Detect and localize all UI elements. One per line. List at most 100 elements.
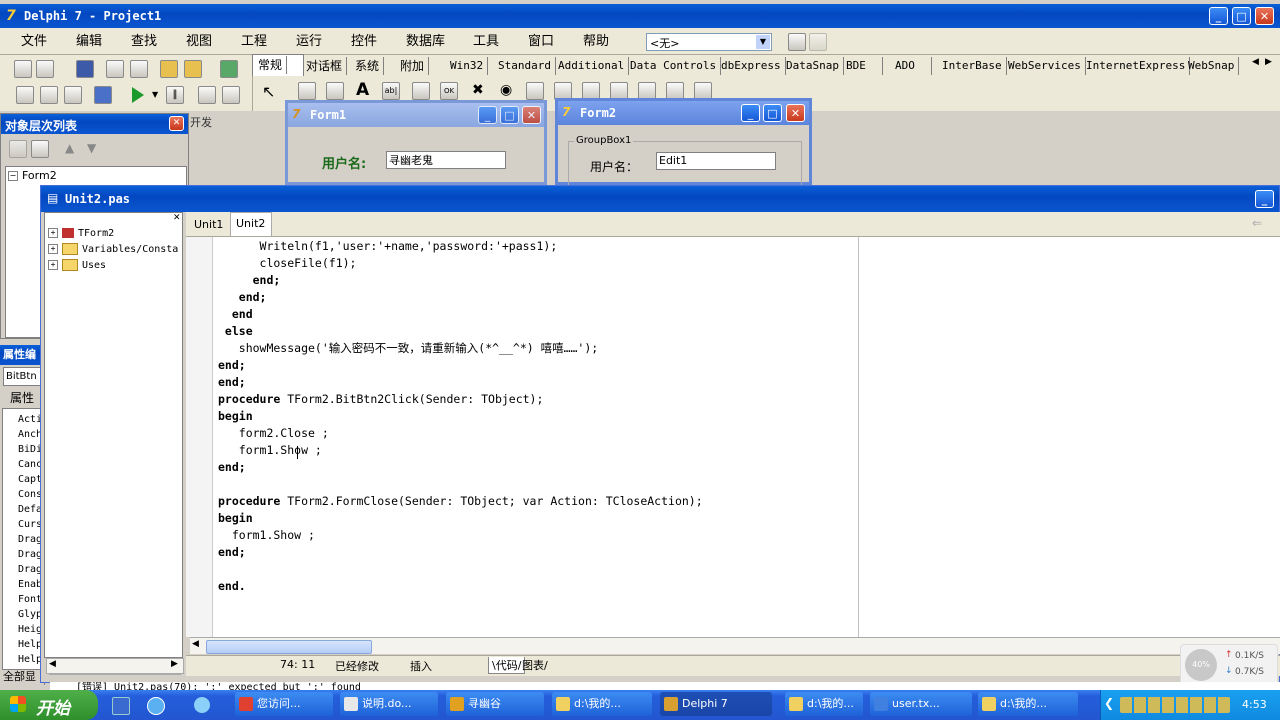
property-item[interactable]: Help: [18, 652, 42, 667]
palette-tab-datasnap[interactable]: DataSnap: [782, 57, 844, 75]
property-item[interactable]: Canc: [18, 457, 42, 472]
tray-expand-icon[interactable]: ❮: [1104, 696, 1114, 710]
form1-username-edit[interactable]: 寻幽老鬼: [386, 151, 506, 169]
code-line[interactable]: else: [218, 323, 253, 340]
code-line[interactable]: closeFile(f1);: [218, 255, 357, 272]
maximize-button[interactable]: □: [1232, 7, 1251, 25]
scroll-left-icon[interactable]: ◀: [49, 659, 56, 669]
code-line[interactable]: end: [218, 306, 253, 323]
pause-icon[interactable]: ‖: [166, 86, 184, 104]
clock[interactable]: 4:53: [1242, 698, 1267, 711]
code-line[interactable]: Writeln(f1,'user:'+name,'password:'+pass…: [218, 238, 558, 255]
tree-new-icon[interactable]: [9, 140, 27, 158]
code-line[interactable]: showMessage('输入密码不一致，请重新输入(*^__^*) 嘻嘻……'…: [218, 340, 598, 357]
scroll-right-icon[interactable]: ▶: [171, 659, 178, 669]
view-unit-icon[interactable]: [16, 86, 34, 104]
palette-tab-dialogs[interactable]: 对话框: [302, 57, 348, 75]
property-tab[interactable]: 属性: [10, 389, 34, 406]
button-component-icon[interactable]: OK: [440, 82, 458, 100]
property-item[interactable]: Drag: [18, 532, 42, 547]
quicklaunch-icon-3[interactable]: [194, 697, 210, 713]
taskbar-button[interactable]: d:\我的...: [785, 692, 863, 716]
tree-down-icon[interactable]: ▼: [87, 141, 96, 155]
palette-tab-additional-cn[interactable]: 附加: [396, 57, 430, 75]
code-line[interactable]: end;: [218, 357, 246, 374]
component-icon-2[interactable]: [809, 33, 827, 51]
label-component-icon[interactable]: A: [356, 80, 369, 100]
taskbar-button[interactable]: d:\我的...: [552, 692, 652, 716]
palette-tab-webservices[interactable]: WebServices: [1004, 57, 1086, 75]
editor-back-icon[interactable]: ⇐: [1252, 216, 1262, 230]
code-line[interactable]: form1.Show ;: [218, 527, 315, 544]
taskbar-button[interactable]: Delphi 7: [660, 692, 772, 716]
form2-close-button[interactable]: ✕: [786, 104, 805, 122]
code-line[interactable]: begin: [218, 408, 253, 425]
menu-database[interactable]: 数据库: [406, 33, 445, 51]
ie-icon[interactable]: [147, 697, 165, 715]
menu-window[interactable]: 窗口: [528, 33, 554, 51]
trace-into-icon[interactable]: [198, 86, 216, 104]
component-combo[interactable]: <无> ▼: [646, 33, 772, 51]
taskbar-button[interactable]: d:\我的...: [978, 692, 1078, 716]
menu-edit[interactable]: 编辑: [76, 33, 102, 51]
palette-scroll-left-icon[interactable]: ◀: [1252, 57, 1259, 67]
code-line[interactable]: form2.Close ;: [218, 425, 329, 442]
edit-component-icon[interactable]: ab|: [382, 82, 400, 100]
property-item[interactable]: Curs: [18, 517, 42, 532]
explorer-item-variables[interactable]: + Variables/Consta: [48, 242, 178, 257]
open-icon[interactable]: [36, 60, 54, 78]
scroll-left-icon[interactable]: ◀: [192, 639, 199, 649]
view-form-icon[interactable]: [40, 86, 58, 104]
property-item[interactable]: Enab: [18, 577, 42, 592]
form2-maximize-button[interactable]: □: [763, 104, 782, 122]
property-item[interactable]: Heig: [18, 622, 42, 637]
menu-search[interactable]: 查找: [131, 33, 157, 51]
explorer-item-tform2[interactable]: + TForm2: [48, 226, 114, 241]
memo-component-icon[interactable]: [412, 82, 430, 100]
new-form-icon[interactable]: [94, 86, 112, 104]
explorer-item-uses[interactable]: + Uses: [48, 258, 106, 273]
save-icon[interactable]: [76, 60, 94, 78]
save-all-icon[interactable]: [106, 60, 124, 78]
minimize-button[interactable]: _: [1209, 7, 1228, 25]
tree-delete-icon[interactable]: [31, 140, 49, 158]
menu-project[interactable]: 工程: [241, 33, 267, 51]
object-tree-close-button[interactable]: ✕: [169, 116, 184, 131]
property-item[interactable]: Defa: [18, 502, 42, 517]
pointer-icon[interactable]: ↖: [262, 82, 275, 101]
code-line[interactable]: end;: [218, 272, 281, 289]
palette-tab-system[interactable]: 系统: [351, 57, 385, 75]
run-dropdown-icon[interactable]: ▼: [152, 90, 158, 99]
menu-tools[interactable]: 工具: [473, 33, 499, 51]
palette-tab-internetexpress[interactable]: InternetExpress: [1082, 57, 1191, 75]
tree-up-icon[interactable]: ▲: [65, 141, 74, 155]
help-book-icon[interactable]: [220, 60, 238, 78]
tree-root-item[interactable]: − Form2: [8, 169, 57, 182]
code-line[interactable]: end;: [218, 374, 246, 391]
property-item[interactable]: Anch: [18, 427, 42, 442]
property-item[interactable]: Cons: [18, 487, 42, 502]
palette-tab-ado[interactable]: ADO: [891, 57, 932, 75]
code-line[interactable]: end;: [218, 544, 246, 561]
code-line[interactable]: end;: [218, 459, 246, 476]
editor-hscroll-thumb[interactable]: [206, 640, 372, 654]
code-line[interactable]: form1.Show ;: [218, 442, 322, 459]
property-item[interactable]: Drag: [18, 547, 42, 562]
palette-tab-data-controls[interactable]: Data Controls: [626, 57, 722, 75]
code-line[interactable]: end;: [218, 289, 267, 306]
component-icon[interactable]: [788, 33, 806, 51]
editor-hscroll[interactable]: ◀: [190, 637, 1280, 654]
menu-view[interactable]: 视图: [186, 33, 212, 51]
explorer-hscroll[interactable]: ◀ ▶: [46, 658, 184, 674]
palette-tab-standard[interactable]: Standard: [494, 57, 556, 75]
close-button[interactable]: ✕: [1255, 7, 1274, 25]
listbox-component-icon[interactable]: [526, 82, 544, 100]
palette-tab-interbase[interactable]: InterBase: [938, 57, 1007, 75]
code-line[interactable]: begin: [218, 510, 253, 527]
editor-minimize-button[interactable]: _: [1255, 190, 1274, 208]
palette-scroll-right-icon[interactable]: ▶: [1265, 57, 1272, 67]
code-area[interactable]: [186, 237, 1280, 637]
open-project-icon[interactable]: [130, 60, 148, 78]
menu-component[interactable]: 控件: [351, 33, 377, 51]
menu-run[interactable]: 运行: [296, 33, 322, 51]
